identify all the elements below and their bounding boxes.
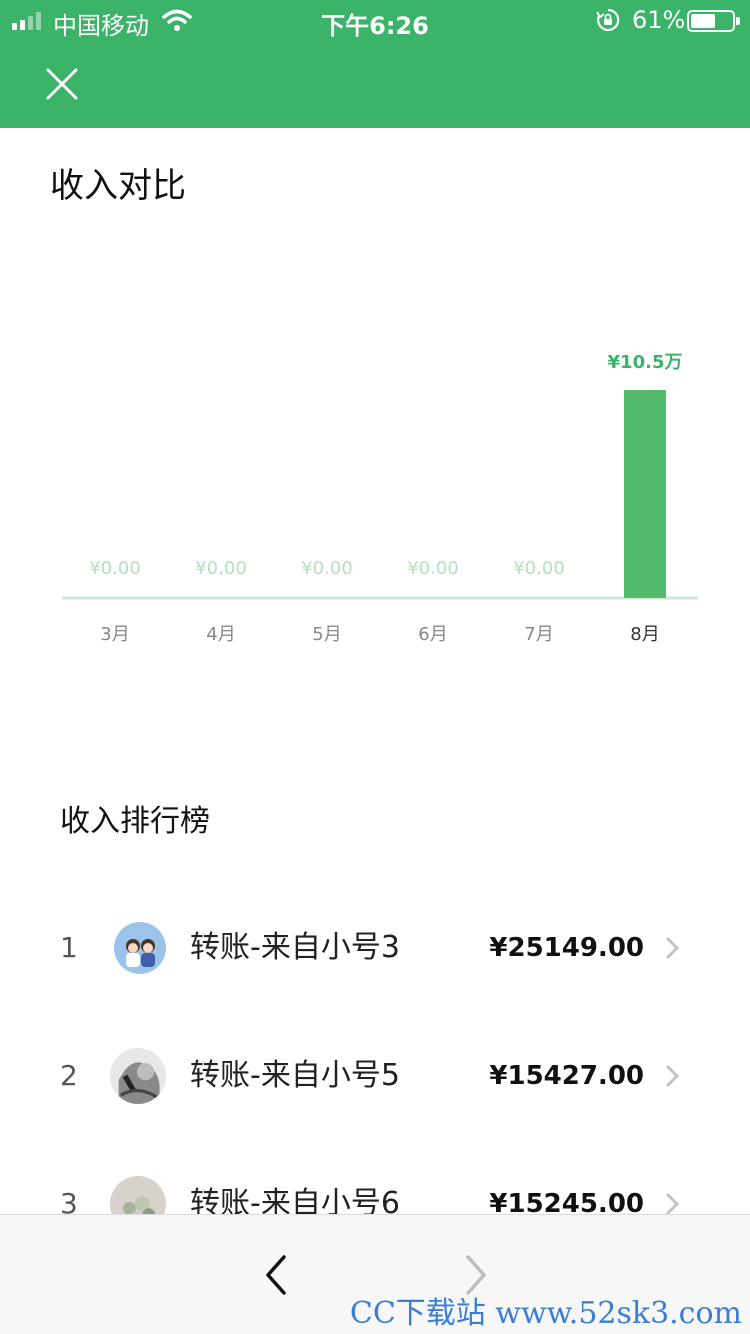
- chart-tick-label: 7月: [524, 624, 553, 645]
- chart-tick-label: 5月: [312, 624, 341, 645]
- chevron-right-icon: [666, 1193, 680, 1215]
- chart-value-label: ¥0.00: [195, 558, 247, 579]
- close-icon[interactable]: [40, 62, 84, 106]
- chart-value-label: ¥0.00: [513, 558, 565, 579]
- chevron-right-icon: [666, 1065, 680, 1087]
- chart-bar: [624, 390, 666, 598]
- battery-icon: [687, 10, 740, 32]
- battery-nub: [736, 17, 740, 25]
- chart-tick-label: 3月: [100, 624, 129, 645]
- rank-amount: ¥25149.00: [489, 933, 644, 963]
- ranking-row[interactable]: 2 转账-来自小号5 ¥15427.00: [0, 1012, 750, 1140]
- avatar: [114, 922, 166, 974]
- chart-tick-label: 4月: [206, 624, 235, 645]
- chevron-left-icon[interactable]: [256, 1253, 296, 1297]
- ranking-title: 收入排行榜: [60, 804, 210, 839]
- rotation-lock-icon: [596, 8, 620, 32]
- chart-value-label: ¥0.00: [407, 558, 459, 579]
- income-bar-chart: ¥0.00 3月 ¥0.00 4月 ¥0.00 5月 ¥0.00 6月 ¥0.00 7月 ¥10.5…: [62, 352, 698, 645]
- rank-number: 1: [60, 931, 78, 964]
- ranking-row[interactable]: 1 转账-来自小号3 ¥25149.00: [0, 884, 750, 1012]
- chart-value-label: ¥10.5万: [608, 352, 683, 373]
- chart-value-label: ¥0.00: [89, 558, 141, 579]
- battery-fill: [691, 14, 715, 28]
- battery-percent: 61%: [632, 6, 686, 34]
- rank-number: 2: [60, 1059, 78, 1092]
- rank-amount: ¥15427.00: [489, 1061, 644, 1091]
- rank-name: 转账-来自小号5: [190, 1058, 400, 1093]
- status-bar: 中国移动 下午6:26 61%: [0, 0, 750, 42]
- bottom-nav-bar: CC下载站 www.52sk3.com: [0, 1214, 750, 1334]
- watermark-text: CC下载站 www.52sk3.com: [349, 1296, 742, 1331]
- page-title: 收入对比: [50, 166, 186, 206]
- chart-tick-label: 6月: [418, 624, 447, 645]
- avatar: [110, 1048, 166, 1104]
- chart-value-label: ¥0.00: [301, 558, 353, 579]
- rank-name: 转账-来自小号3: [190, 930, 400, 965]
- header-bar: 中国移动 下午6:26 61%: [0, 0, 750, 128]
- chart-tick-label: 8月: [630, 624, 659, 645]
- chevron-right-icon: [666, 937, 680, 959]
